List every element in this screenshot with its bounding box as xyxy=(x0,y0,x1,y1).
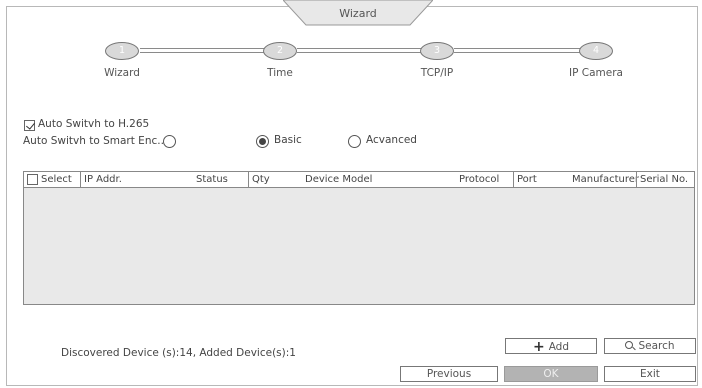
column-header-ip-addr[interactable]: IP Addr. xyxy=(80,172,122,187)
step-label-4: IP Camera xyxy=(569,67,623,79)
step-connector-1 xyxy=(140,48,264,53)
add-button[interactable]: + Add xyxy=(505,338,597,354)
column-header-port[interactable]: Port xyxy=(513,172,537,187)
step-connector-2 xyxy=(297,48,421,53)
auto-h265-label: Auto Switvh to H.265 xyxy=(38,118,150,130)
mode-basic-radio[interactable] xyxy=(256,135,269,148)
column-header-serial-no[interactable]: Serial No. xyxy=(636,172,688,187)
column-header-select[interactable]: Select xyxy=(41,172,72,187)
search-icon xyxy=(625,341,634,349)
search-button-label: Search xyxy=(638,340,675,352)
step-label-3: TCP/IP xyxy=(420,67,454,79)
column-header-qty[interactable]: Qty xyxy=(248,172,270,187)
mode-advanced-radio[interactable] xyxy=(348,135,361,148)
step-node-2[interactable]: 2 xyxy=(263,42,297,60)
auto-h265-checkbox[interactable] xyxy=(24,120,35,131)
column-header-device-model[interactable]: Device Model xyxy=(305,172,372,187)
column-header-protocol[interactable]: Protocol xyxy=(459,172,499,187)
device-table: Select IP Addr. Status Qty Device Model … xyxy=(23,171,695,305)
discovery-status: Discovered Device (s):14, Added Device(s… xyxy=(61,347,296,359)
step-label-2: Time xyxy=(267,67,293,79)
auto-smart-enc-label: Auto Switvh to Smart Enc... xyxy=(23,135,168,147)
search-button[interactable]: Search xyxy=(604,338,696,354)
auto-smart-enc-radio[interactable] xyxy=(163,135,176,148)
column-header-manufacturer[interactable]: Manufacturer xyxy=(572,172,639,187)
mode-basic-label: Basic xyxy=(274,134,302,146)
column-header-status[interactable]: Status xyxy=(196,172,228,187)
mode-advanced-label: Acvanced xyxy=(366,134,417,146)
add-button-label: Add xyxy=(548,341,570,353)
ok-button[interactable]: OK xyxy=(504,366,598,382)
previous-button[interactable]: Previous xyxy=(400,366,498,382)
step-node-3[interactable]: 3 xyxy=(420,42,454,60)
device-table-header: Select IP Addr. Status Qty Device Model … xyxy=(24,172,694,188)
step-label-1: Wizard xyxy=(104,67,140,79)
select-all-checkbox[interactable] xyxy=(27,174,38,185)
wizard-steps: 1 2 3 4 Wizard Time TCP/IP IP Camera xyxy=(0,0,702,90)
exit-button[interactable]: Exit xyxy=(604,366,696,382)
plus-icon: + xyxy=(532,339,545,355)
step-connector-3 xyxy=(454,48,580,53)
step-node-1[interactable]: 1 xyxy=(105,42,139,60)
step-node-4[interactable]: 4 xyxy=(579,42,613,60)
